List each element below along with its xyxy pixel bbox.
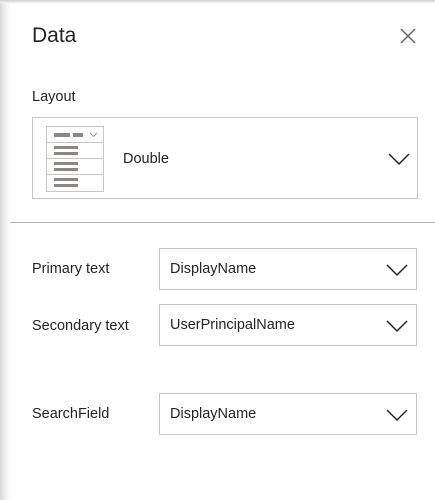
layout-double-thumbnail-icon	[46, 126, 104, 192]
thumbnail-row	[47, 143, 103, 159]
search-field-value: DisplayName	[170, 406, 257, 422]
secondary-text-dropdown[interactable]: UserPrincipalName	[159, 304, 417, 346]
layout-dropdown[interactable]: Double	[32, 117, 418, 199]
secondary-text-label: Secondary text	[32, 318, 129, 334]
chevron-down-icon	[386, 264, 408, 277]
data-panel: Data Layout Double Primary text DisplayN…	[0, 0, 435, 500]
chevron-down-icon	[386, 320, 408, 333]
section-divider	[10, 222, 435, 223]
panel-edge-shadow	[0, 0, 10, 500]
search-field-dropdown[interactable]: DisplayName	[159, 393, 417, 435]
primary-text-dropdown[interactable]: DisplayName	[159, 248, 417, 290]
chevron-down-icon	[386, 409, 408, 422]
search-field-label: SearchField	[32, 406, 110, 422]
thumbnail-row	[47, 175, 103, 191]
secondary-text-value: UserPrincipalName	[170, 317, 295, 333]
primary-text-value: DisplayName	[170, 261, 257, 277]
close-icon	[400, 28, 416, 44]
chevron-down-icon	[388, 153, 410, 166]
primary-text-label: Primary text	[32, 261, 110, 277]
thumbnail-row	[47, 159, 103, 175]
thumbnail-header-row	[47, 127, 103, 143]
panel-title: Data	[32, 24, 77, 47]
layout-selected-value: Double	[123, 151, 169, 167]
close-button[interactable]	[396, 24, 420, 48]
thumbnail-chevron-icon	[89, 132, 98, 138]
layout-label: Layout	[32, 89, 76, 105]
panel-top-shadow	[0, 0, 435, 4]
